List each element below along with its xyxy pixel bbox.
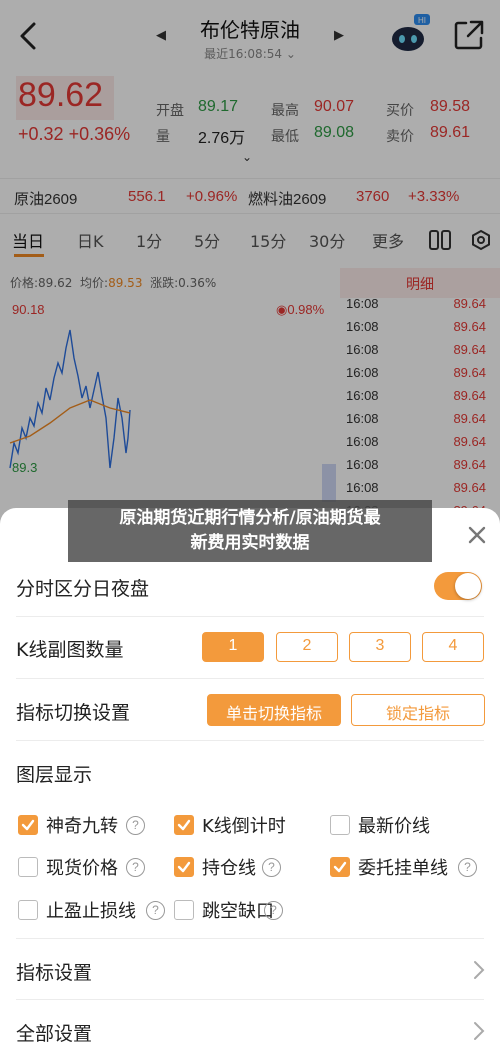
layers-label: 图层显示: [16, 764, 93, 786]
layer-label: K线倒计时: [202, 816, 286, 837]
chart-settings-sheet: 分时区分日夜盘 K线副图数量 1 2 3 4 指标切换设置 单击切换指标 锁定指…: [0, 508, 500, 1061]
banner-line-1: 原油期货近期行情分析/原油期货最: [119, 508, 381, 528]
divider: [16, 938, 484, 939]
layer-checkbox[interactable]: 持仓线?: [174, 854, 324, 879]
checkbox-checked-icon[interactable]: [18, 815, 38, 835]
click-switch-button[interactable]: 单击切换指标: [207, 694, 341, 726]
subchart-count-label: K线副图数量: [16, 639, 124, 661]
checkbox-empty-icon[interactable]: [174, 900, 194, 920]
checkbox-empty-icon[interactable]: [18, 900, 38, 920]
help-icon[interactable]: ?: [126, 816, 145, 835]
layer-checkbox[interactable]: 神奇九转?: [18, 812, 168, 837]
layer-label: 委托挂单线: [358, 858, 448, 879]
lock-indicator-button[interactable]: 锁定指标: [351, 694, 485, 726]
toggle-knob: [455, 573, 481, 599]
checkbox-empty-icon[interactable]: [18, 857, 38, 877]
layer-label: 现货价格: [46, 858, 118, 879]
help-icon[interactable]: ?: [458, 858, 477, 877]
checkbox-empty-icon[interactable]: [330, 815, 350, 835]
article-title-banner: 原油期货近期行情分析/原油期货最 新费用实时数据: [68, 500, 432, 562]
checkbox-checked-icon[interactable]: [330, 857, 350, 877]
chevron-right-icon[interactable]: [472, 1020, 486, 1042]
layer-label: 止盈止损线: [46, 901, 136, 922]
chevron-right-icon[interactable]: [472, 959, 486, 981]
night-session-label: 分时区分日夜盘: [16, 578, 150, 600]
help-icon[interactable]: ?: [126, 858, 145, 877]
close-icon[interactable]: [466, 524, 488, 546]
checkbox-checked-icon[interactable]: [174, 815, 194, 835]
banner-line-2: 新费用实时数据: [190, 533, 310, 553]
divider: [16, 999, 484, 1000]
divider: [16, 678, 484, 679]
layer-label: 最新价线: [358, 816, 430, 837]
subchart-option-3[interactable]: 3: [349, 632, 411, 662]
indicator-switch-label: 指标切换设置: [16, 702, 131, 724]
divider: [16, 740, 484, 741]
indicator-settings-item[interactable]: 指标设置: [16, 958, 92, 985]
subchart-option-4[interactable]: 4: [422, 632, 484, 662]
layer-checkbox[interactable]: 委托挂单线?: [330, 854, 480, 879]
layer-label: 持仓线: [202, 858, 256, 879]
help-icon[interactable]: ?: [264, 901, 283, 920]
checkbox-checked-icon[interactable]: [174, 857, 194, 877]
help-icon[interactable]: ?: [262, 858, 281, 877]
layer-checkbox[interactable]: 跳空缺口?: [174, 897, 324, 922]
layer-checkbox[interactable]: 最新价线: [330, 812, 480, 837]
layer-checkbox[interactable]: K线倒计时: [174, 812, 324, 837]
divider: [16, 616, 484, 617]
layer-checkbox[interactable]: 现货价格?: [18, 854, 168, 879]
layer-label: 神奇九转: [46, 816, 118, 837]
all-settings-item[interactable]: 全部设置: [16, 1019, 92, 1046]
layer-checkbox[interactable]: 止盈止损线?: [18, 897, 168, 922]
subchart-option-2[interactable]: 2: [276, 632, 338, 662]
subchart-option-1[interactable]: 1: [202, 632, 264, 662]
night-session-toggle[interactable]: [434, 572, 482, 600]
help-icon[interactable]: ?: [146, 901, 165, 920]
